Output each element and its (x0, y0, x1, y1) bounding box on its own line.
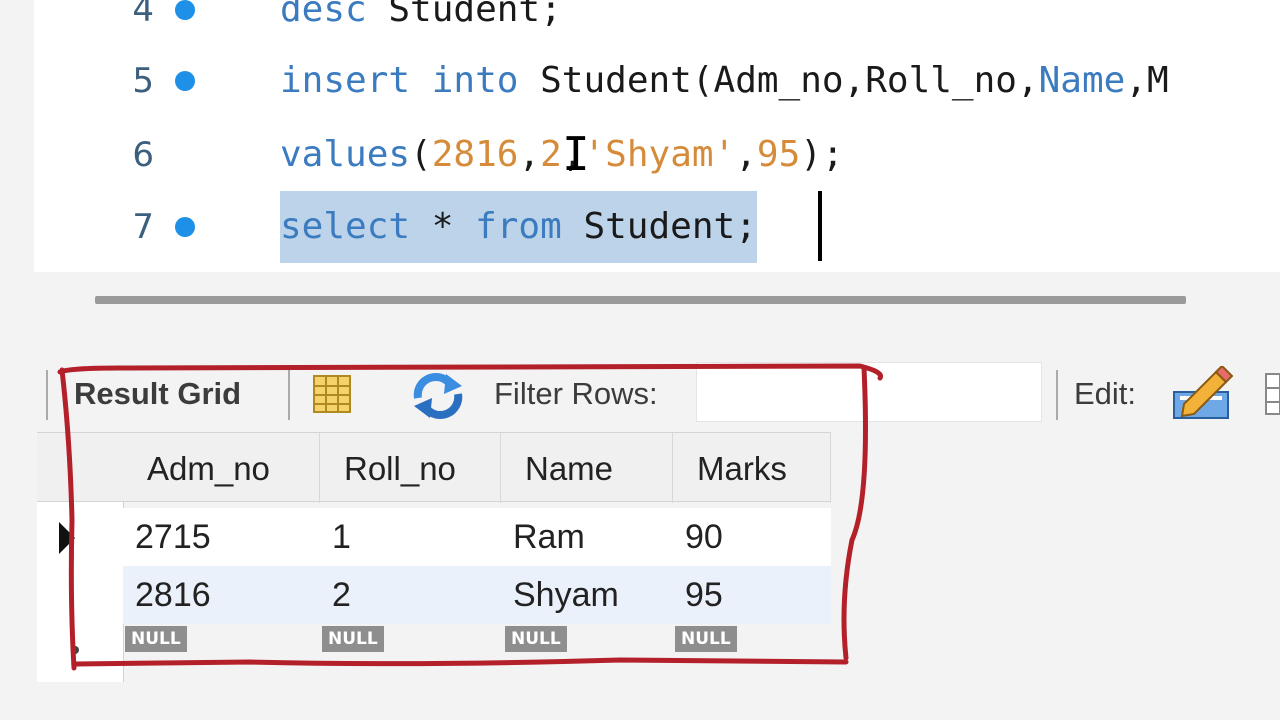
text-caret (818, 191, 822, 261)
code-text: desc Student; (280, 0, 562, 30)
panel-splitter[interactable] (95, 296, 1186, 304)
statement-marker-icon (175, 71, 195, 91)
filter-rows-label: Filter Rows: (494, 376, 658, 411)
result-grid-tab[interactable]: Result Grid (74, 376, 241, 412)
line-number: 5 (132, 61, 154, 101)
null-badge: NULL (675, 626, 737, 652)
editor-line-4[interactable]: 4 desc Student; (34, 0, 1280, 46)
sql-editor[interactable]: 4 desc Student; 5 insert into Student(Ad… (34, 0, 1280, 272)
result-toolbar: Result Grid Filter Rows: Edit: (38, 360, 1280, 432)
editor-line-5[interactable]: 5 insert into Student(Adm_no,Roll_no,Nam… (34, 45, 1280, 117)
grid-corner-cell[interactable] (37, 432, 123, 502)
column-header-name[interactable]: Name (501, 433, 673, 503)
text-cursor-icon: I (562, 127, 590, 181)
filter-rows-input[interactable] (696, 362, 1042, 422)
edit-pencil-icon[interactable] (1170, 366, 1236, 422)
cell-roll-no[interactable]: 2 (320, 566, 501, 624)
editor-line-6[interactable]: 6 values(2816,2,'Shyam',95); I (34, 119, 1280, 191)
statement-marker-icon (175, 217, 195, 237)
edit-label: Edit: (1074, 376, 1137, 411)
selected-code-text: select * from Student; (280, 191, 757, 263)
column-header-adm-no[interactable]: Adm_no (123, 433, 320, 503)
new-row-marker-icon (71, 646, 79, 654)
cell-name[interactable]: Ram (501, 508, 673, 566)
current-row-arrow-icon (59, 522, 75, 554)
code-text: insert into Student(Adm_no,Roll_no,Name,… (280, 60, 1169, 101)
cell-marks[interactable]: 95 (673, 566, 831, 624)
statement-marker-icon (175, 0, 195, 20)
cell-name[interactable]: Shyam (501, 566, 673, 624)
refresh-icon[interactable] (408, 372, 468, 420)
line-number: 7 (132, 207, 154, 247)
null-badge: NULL (125, 626, 187, 652)
cell-adm-no[interactable]: 2715 (123, 508, 320, 566)
table-row[interactable]: 2715 1 Ram 90 (123, 508, 831, 566)
column-header-marks[interactable]: Marks (673, 433, 831, 503)
cell-marks[interactable]: 90 (673, 508, 831, 566)
toolbar-separator (1056, 370, 1058, 420)
line-number: 6 (132, 135, 154, 175)
add-row-icon[interactable] (1264, 372, 1280, 416)
column-header-roll-no[interactable]: Roll_no (320, 433, 501, 503)
grid-header-row: Adm_no Roll_no Name Marks (123, 432, 831, 503)
cell-roll-no[interactable]: 1 (320, 508, 501, 566)
line-number: 4 (132, 0, 154, 30)
form-grid-icon[interactable] (312, 374, 352, 414)
toolbar-separator (46, 370, 48, 420)
toolbar-separator (288, 370, 290, 420)
editor-line-7[interactable]: 7 select * from Student; (34, 191, 1280, 263)
new-row[interactable]: NULL NULL NULL NULL (123, 622, 831, 658)
null-badge: NULL (505, 626, 567, 652)
table-row[interactable]: 2816 2 Shyam 95 (123, 566, 831, 624)
result-grid[interactable]: Adm_no Roll_no Name Marks 2715 1 Ram 90 … (37, 432, 831, 682)
cell-adm-no[interactable]: 2816 (123, 566, 320, 624)
null-badge: NULL (322, 626, 384, 652)
